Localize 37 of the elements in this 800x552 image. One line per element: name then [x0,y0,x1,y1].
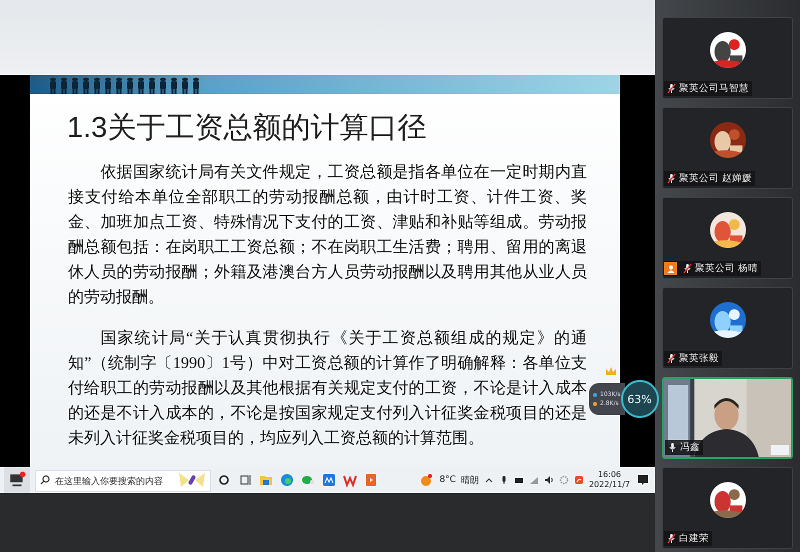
clock-date[interactable]: 2022/11/7 [588,480,630,490]
notification-icon[interactable] [635,472,651,488]
muted-microphone-icon[interactable] [667,533,676,544]
app-icon[interactable] [321,472,337,488]
search-field[interactable]: 在这里输入你要搜索的内容 [35,470,211,492]
battery-icon[interactable] [514,475,524,485]
slide-paragraph: 依据国家统计局有关文件规定，工资总额是指各单位在一定时期内直接支付给本单位全部职工的劳动报酬总额，由计时工资、计件工资、奖金、加班加点工资、特殊情况下支付的工资、津贴和补贴等组成。劳动报酬总额包括：在岗职工工资总额；不在岗职工生活费；聘用、留用的离退休人员的劳动报酬；外籍及港澳台方人员劳动报酬以及聘用其他从业人员的劳动报酬。 [68,162,587,308]
participant-name: 聚英张毅 [679,352,719,365]
participant-tile[interactable]: 聚英张毅 [662,287,793,369]
search-icon [40,475,50,485]
slide-title: 1.3关于工资总额的计算口径 [67,111,428,146]
participant-tile[interactable]: 白建荣 [662,467,793,549]
participant-name: 聚英公司 赵婵媛 [679,172,752,185]
participant-tile[interactable]: 聚英公司 杨晴 [662,197,793,279]
muted-microphone-icon[interactable] [667,353,676,364]
participant-name: 冯鑫 [680,441,700,454]
participant-tile[interactable]: 冯鑫 [662,377,793,459]
speaker-icon[interactable] [544,475,554,485]
slide-paragraph: 国家统计局“关于认真贯彻执行《关于工资总额组成的规定》的通知”（统制字〔1990〕1号）中对工资总额的计算作了明确解释：各单位支付给职工的劳动报酬以及其他根据有关规定支付的工资，不论是计入成本的还是不计入成本的，不论是按国家规定支付列入计征奖金税项目的还是未列入计征奖金税项目的，均应列入工资总额的计算范围。 [68,328,587,449]
participant-name: 聚英公司 杨晴 [695,262,758,275]
participant-name: 白建荣 [679,532,709,545]
slides-icon[interactable] [363,472,379,488]
crown-icon [605,366,617,376]
weather-condition: 晴朗 [460,474,479,486]
browser-icon[interactable] [279,472,295,488]
usage-gauge: 63% [620,380,659,418]
participant-name: 聚英公司马智慧 [679,82,749,95]
input-method-icon[interactable] [574,475,584,485]
start-icon[interactable] [4,467,30,493]
muted-microphone-icon[interactable] [667,173,676,184]
muted-microphone-icon[interactable] [683,263,692,274]
weather-icon[interactable] [418,472,434,488]
clock-time[interactable]: 16:06 [598,470,622,480]
participant-tile[interactable]: 聚英公司马智慧 [662,17,793,99]
temperature: 8°C [439,475,456,485]
muted-microphone-icon[interactable] [667,83,676,94]
participant-tile[interactable]: 聚英公司 赵婵媛 [662,107,793,189]
